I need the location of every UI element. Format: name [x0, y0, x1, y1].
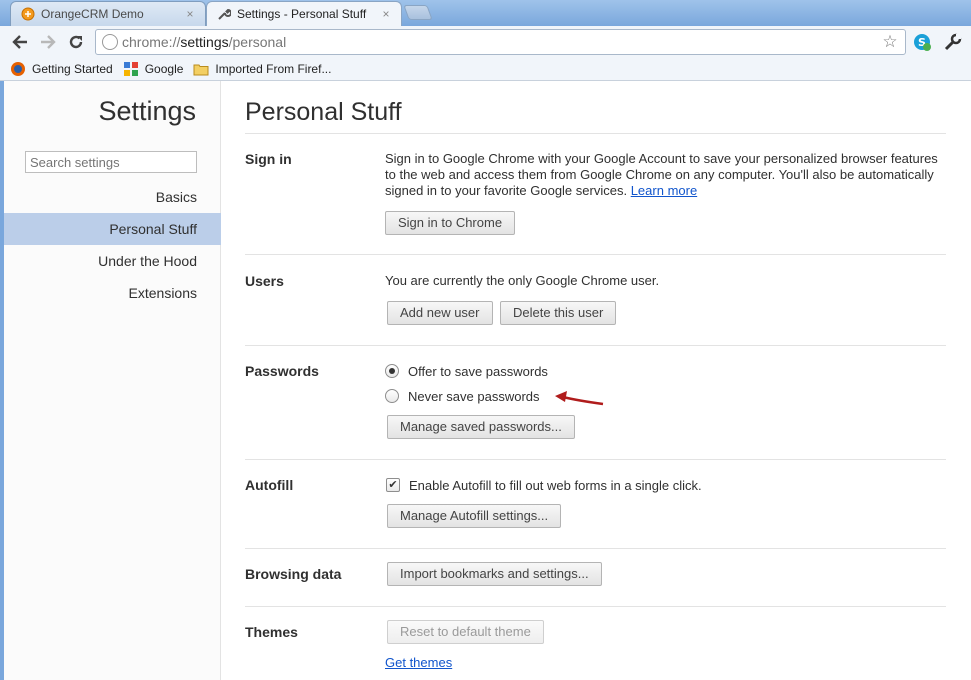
- divider: [245, 254, 946, 255]
- folder-icon: [193, 64, 209, 76]
- browser-toolbar: chrome://settings/personal ☆ S: [0, 26, 971, 58]
- address-bar[interactable]: chrome://settings/personal ☆: [95, 29, 906, 55]
- sidebar-item-under-the-hood[interactable]: Under the Hood: [4, 245, 221, 277]
- annotation-arrow-icon: [555, 391, 604, 406]
- bookmarks-bar: Getting Started Google Imported From Fir…: [0, 58, 971, 81]
- divider: [245, 133, 946, 134]
- reload-icon: [69, 35, 83, 49]
- firefox-icon: [11, 62, 25, 76]
- tab-strip: OrangeCRM Demo × Settings - Personal Stu…: [0, 0, 971, 26]
- sign-in-description: Sign in to Google Chrome with your Googl…: [385, 151, 938, 199]
- offer-to-save-passwords-radio[interactable]: [385, 364, 399, 378]
- learn-more-link[interactable]: Learn more: [631, 183, 697, 198]
- page-icon: [102, 34, 118, 50]
- users-description: You are currently the only Google Chrome…: [385, 273, 660, 288]
- bookmark-google[interactable]: Google: [123, 61, 184, 77]
- radio-selected-dot: [389, 368, 395, 374]
- url-path: /personal: [228, 34, 287, 50]
- tab-close-icon[interactable]: ×: [183, 7, 197, 21]
- wrench-favicon-icon: [218, 8, 231, 20]
- forward-arrow-icon: [41, 35, 56, 49]
- sidebar-title: Settings: [98, 96, 196, 126]
- sign-in-text-line-3: signed in to your favorite Google servic…: [385, 183, 628, 198]
- sign-in-text-line: Sign in to Google Chrome with your Googl…: [385, 151, 938, 166]
- never-save-passwords-label[interactable]: Never save passwords: [408, 389, 540, 404]
- bookmark-getting-started[interactable]: Getting Started: [10, 61, 113, 77]
- add-new-user-button[interactable]: Add new user: [387, 301, 493, 325]
- sign-in-text-line: signed in to your favorite Google servic…: [385, 183, 938, 199]
- back-arrow-icon: [12, 35, 27, 49]
- page-title: Personal Stuff: [245, 98, 402, 126]
- section-label-themes: Themes: [245, 624, 298, 640]
- bookmark-folder-imported[interactable]: Imported From Firef...: [193, 61, 331, 77]
- bookmark-label: Google: [144, 62, 184, 76]
- section-label-sign-in: Sign in: [245, 151, 292, 167]
- reset-to-default-theme-button[interactable]: Reset to default theme: [387, 620, 544, 644]
- tab-title: OrangeCRM Demo: [41, 7, 144, 21]
- delete-this-user-button[interactable]: Delete this user: [500, 301, 617, 325]
- search-settings-input[interactable]: [25, 151, 197, 173]
- section-label-browsing-data: Browsing data: [245, 566, 342, 582]
- back-button[interactable]: [8, 30, 32, 54]
- divider: [245, 606, 946, 607]
- new-tab-button[interactable]: [403, 5, 433, 20]
- url-host: settings: [180, 34, 229, 50]
- bookmark-label: Getting Started: [32, 62, 113, 76]
- sign-in-text-line: to the web and access them from Google C…: [385, 167, 934, 182]
- sign-in-to-chrome-button[interactable]: Sign in to Chrome: [385, 211, 516, 235]
- divider: [245, 345, 946, 346]
- tab-close-icon[interactable]: ×: [379, 7, 393, 21]
- never-save-passwords-radio[interactable]: [385, 389, 399, 403]
- divider: [245, 459, 946, 460]
- reload-button[interactable]: [64, 30, 88, 54]
- manage-autofill-settings-button[interactable]: Manage Autofill settings...: [387, 504, 562, 528]
- enable-autofill-checkbox[interactable]: ✔: [386, 478, 400, 492]
- forward-button[interactable]: [36, 30, 60, 54]
- sidebar-item-extensions[interactable]: Extensions: [4, 277, 221, 309]
- bookmark-label: Imported From Firef...: [215, 62, 332, 76]
- bookmark-star-icon[interactable]: ☆: [879, 32, 901, 52]
- section-label-users: Users: [245, 273, 284, 289]
- section-label-passwords: Passwords: [245, 363, 319, 379]
- sidebar-item-basics[interactable]: Basics: [4, 181, 221, 213]
- url-text[interactable]: chrome://settings/personal: [122, 34, 879, 50]
- enable-autofill-label[interactable]: Enable Autofill to fill out web forms in…: [409, 478, 702, 493]
- manage-saved-passwords-button[interactable]: Manage saved passwords...: [387, 415, 575, 439]
- orangecrm-favicon-icon: [21, 7, 35, 21]
- settings-sidebar: Settings Basics Personal Stuff Under the…: [4, 81, 221, 680]
- tab-settings[interactable]: Settings - Personal Stuff ×: [206, 1, 402, 26]
- section-label-autofill: Autofill: [245, 477, 294, 493]
- tab-orangecrm[interactable]: OrangeCRM Demo ×: [10, 1, 206, 26]
- google-icon: [123, 62, 138, 76]
- sidebar-item-personal-stuff[interactable]: Personal Stuff: [4, 213, 221, 245]
- divider: [245, 548, 946, 549]
- skype-extension-icon[interactable]: S: [911, 31, 933, 53]
- tab-title: Settings - Personal Stuff: [237, 7, 367, 21]
- wrench-menu-icon[interactable]: [942, 31, 964, 53]
- offer-to-save-passwords-label[interactable]: Offer to save passwords: [408, 364, 548, 379]
- get-themes-link[interactable]: Get themes: [385, 655, 452, 671]
- url-scheme: chrome://: [122, 34, 181, 50]
- import-bookmarks-button[interactable]: Import bookmarks and settings...: [387, 562, 602, 586]
